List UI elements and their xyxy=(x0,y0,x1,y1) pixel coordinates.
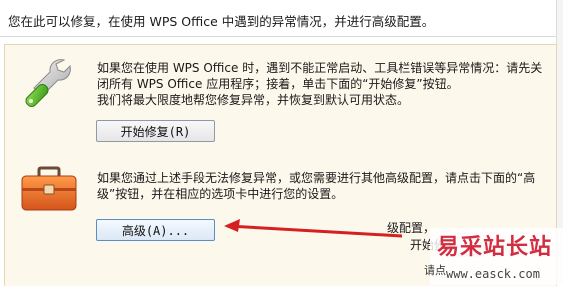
repair-description-line: 我们将最大限度地帮您修复异常，并恢复到默认可用状态。 xyxy=(97,93,410,107)
header-text: 您在此可以修复，在使用 WPS Office 中遇到的异常情况，并进行高级配置。 xyxy=(8,14,435,29)
toolbox-icon xyxy=(21,166,77,211)
advanced-description: 如果您通过上述手段无法修复异常，或您需要进行其他高级配置，请点击下面的“高 级”… xyxy=(97,170,552,202)
wrench-icon xyxy=(25,59,71,108)
repair-description-line: 闭所有 WPS Office 应用程序；接着，单击下面的“开始修复”按钮。 xyxy=(97,77,459,91)
header-divider xyxy=(0,36,563,37)
repair-description: 如果您在使用 WPS Office 时，遇到不能正常启动、工具栏错误等异常情况：… xyxy=(97,60,552,108)
start-repair-button[interactable]: 开始修复(R) xyxy=(96,120,215,142)
repair-description-line: 如果您在使用 WPS Office 时，遇到不能正常启动、工具栏错误等异常情况：… xyxy=(97,61,543,75)
advanced-button[interactable]: 高级(A)... xyxy=(96,219,215,241)
annotation-arrow xyxy=(224,219,402,238)
watermark-url: www.easck.com xyxy=(446,267,540,281)
advanced-description-line: 如果您通过上述手段无法修复异常，或您需要进行其他高级配置，请点击下面的“高 xyxy=(97,171,536,185)
partial-text: 级配置， xyxy=(387,221,436,235)
advanced-description-line: 级”按钮，并在相应的选项卡中进行您的设置。 xyxy=(97,187,344,201)
watermark-logo: 易采站长站 xyxy=(437,234,553,260)
partial-text: 请点 xyxy=(424,264,446,277)
